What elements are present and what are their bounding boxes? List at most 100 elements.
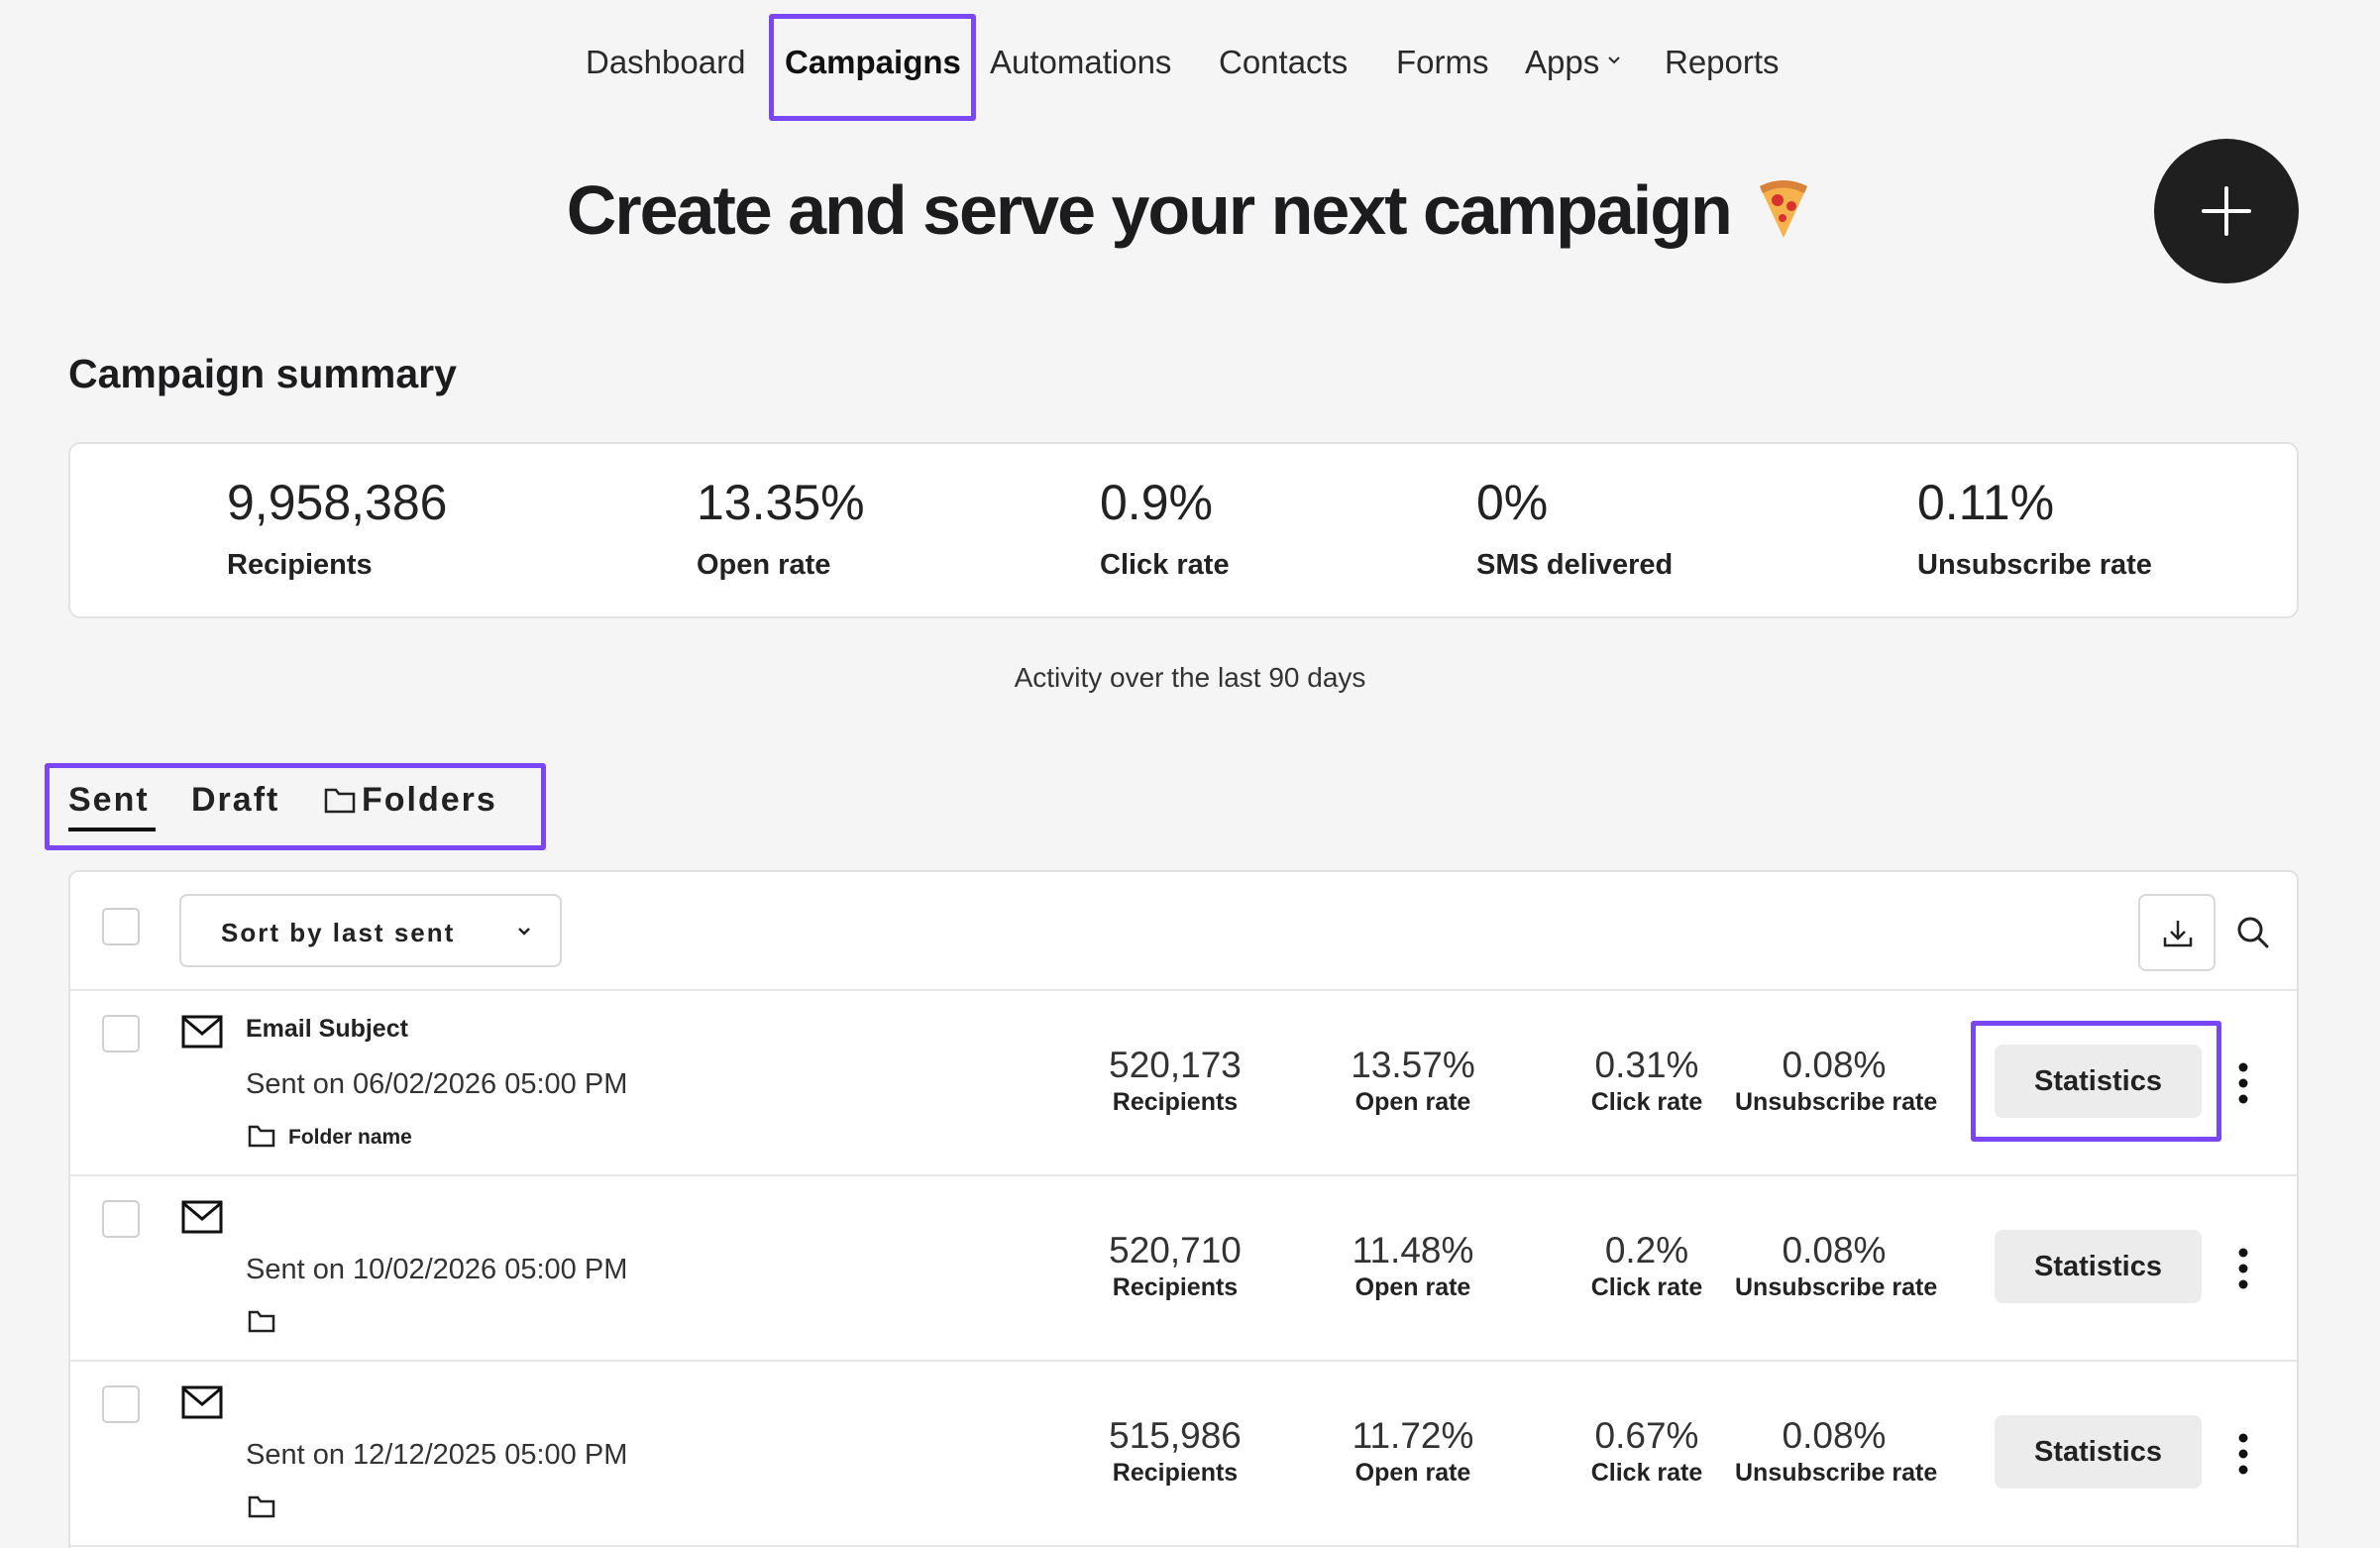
unsubscribe-rate-label: Unsubscribe rate bbox=[1735, 1088, 1938, 1116]
click-rate-metric: 0.67% Click rate bbox=[1572, 1415, 1721, 1488]
download-icon bbox=[2163, 921, 2193, 947]
summary-recipients-value: 9,958,386 bbox=[227, 475, 448, 530]
recipients-value: 520,173 bbox=[1109, 1045, 1242, 1085]
sent-date: Sent on 12/12/2025 05:00 PM bbox=[246, 1439, 628, 1471]
statistics-highlight bbox=[1971, 1021, 2221, 1142]
recipients-label: Recipients bbox=[1112, 1088, 1239, 1116]
tabs-highlight bbox=[45, 763, 546, 850]
folder-name[interactable]: Folder name bbox=[288, 1126, 412, 1150]
recipients-metric: 520,710 Recipients bbox=[1101, 1230, 1249, 1302]
summary-click-rate: 0.9% Click rate bbox=[1100, 474, 1230, 582]
sort-dropdown[interactable]: Sort by last sent bbox=[179, 894, 562, 967]
summary-unsubscribe-label: Unsubscribe rate bbox=[1917, 549, 2152, 581]
recipients-label: Recipients bbox=[1112, 1459, 1239, 1487]
open-rate-metric: 11.48% Open rate bbox=[1339, 1230, 1487, 1302]
open-rate-metric: 13.57% Open rate bbox=[1339, 1045, 1487, 1117]
summary-click-rate-label: Click rate bbox=[1100, 549, 1230, 581]
summary-unsubscribe-rate: 0.11% Unsubscribe rate bbox=[1917, 474, 2152, 582]
summary-sms-label: SMS delivered bbox=[1476, 549, 1674, 581]
unsubscribe-rate-value: 0.08% bbox=[1782, 1230, 1887, 1271]
folder-icon bbox=[248, 1310, 275, 1333]
recipients-label: Recipients bbox=[1112, 1273, 1239, 1301]
envelope-icon bbox=[181, 1200, 223, 1234]
nav-forms[interactable]: Forms bbox=[1396, 44, 1489, 81]
more-options-icon[interactable] bbox=[2236, 1433, 2250, 1475]
row-checkbox[interactable] bbox=[102, 1200, 140, 1238]
summary-sms-delivered: 0% SMS delivered bbox=[1476, 474, 1673, 582]
click-rate-metric: 0.2% Click rate bbox=[1572, 1230, 1721, 1302]
envelope-icon bbox=[181, 1385, 223, 1419]
statistics-button[interactable]: Statistics bbox=[1995, 1230, 2202, 1303]
unsubscribe-rate-label: Unsubscribe rate bbox=[1735, 1273, 1938, 1301]
folder-icon bbox=[248, 1125, 275, 1148]
top-nav: Dashboard Campaigns Automations Contacts… bbox=[0, 0, 2380, 133]
nav-apps-label: Apps bbox=[1525, 44, 1600, 80]
page-title: Create and serve your next campaign bbox=[566, 171, 1733, 249]
campaign-row: Email Subject Sent on 06/02/2026 05:00 P… bbox=[70, 991, 2297, 1176]
unsubscribe-rate-label: Unsubscribe rate bbox=[1735, 1459, 1938, 1487]
summary-unsubscribe-value: 0.11% bbox=[1917, 475, 2055, 530]
recipients-metric: 515,986 Recipients bbox=[1101, 1415, 1249, 1488]
nav-dashboard[interactable]: Dashboard bbox=[586, 44, 745, 81]
summary-click-rate-value: 0.9% bbox=[1100, 475, 1213, 530]
click-rate-metric: 0.31% Click rate bbox=[1572, 1045, 1721, 1117]
row-checkbox[interactable] bbox=[102, 1015, 140, 1052]
row-checkbox[interactable] bbox=[102, 1385, 140, 1423]
sort-label: Sort by last sent bbox=[221, 918, 456, 947]
open-rate-metric: 11.72% Open rate bbox=[1339, 1415, 1487, 1488]
open-rate-value: 11.72% bbox=[1352, 1415, 1474, 1456]
folder-icon bbox=[248, 1495, 275, 1518]
more-options-icon[interactable] bbox=[2236, 1062, 2250, 1104]
table-toolbar: Sort by last sent bbox=[70, 872, 2297, 991]
click-rate-label: Click rate bbox=[1590, 1273, 1703, 1301]
unsubscribe-rate-value: 0.08% bbox=[1782, 1415, 1887, 1456]
nav-contacts[interactable]: Contacts bbox=[1219, 44, 1348, 81]
more-options-icon[interactable] bbox=[2236, 1248, 2250, 1289]
page-hero: Create and serve your next campaign bbox=[0, 170, 2380, 250]
statistics-button[interactable]: Statistics bbox=[1995, 1415, 2202, 1489]
click-rate-value: 0.31% bbox=[1594, 1045, 1699, 1085]
nav-reports[interactable]: Reports bbox=[1665, 44, 1780, 81]
open-rate-value: 11.48% bbox=[1352, 1230, 1474, 1271]
sent-date: Sent on 06/02/2026 05:00 PM bbox=[246, 1068, 628, 1100]
recipients-metric: 520,173 Recipients bbox=[1101, 1045, 1249, 1117]
nav-apps[interactable]: Apps bbox=[1525, 44, 1621, 81]
campaign-row: Sent on 10/02/2026 05:00 PM 520,710 Reci… bbox=[70, 1176, 2297, 1362]
click-rate-label: Click rate bbox=[1590, 1088, 1703, 1116]
activity-note: Activity over the last 90 days bbox=[1014, 662, 1366, 693]
download-button[interactable] bbox=[2138, 894, 2216, 971]
campaign-summary-card: 9,958,386 Recipients 13.35% Open rate 0.… bbox=[68, 442, 2299, 618]
summary-open-rate-label: Open rate bbox=[697, 549, 831, 581]
envelope-icon bbox=[181, 1015, 223, 1049]
campaigns-page: Dashboard Campaigns Automations Contacts… bbox=[0, 0, 2380, 1548]
summary-open-rate-value: 13.35% bbox=[697, 475, 865, 530]
nav-automations[interactable]: Automations bbox=[990, 44, 1171, 81]
recipients-value: 520,710 bbox=[1109, 1230, 1242, 1271]
campaigns-nav-highlight bbox=[769, 14, 976, 121]
open-rate-label: Open rate bbox=[1354, 1273, 1471, 1301]
recipients-value: 515,986 bbox=[1109, 1415, 1242, 1456]
summary-recipients-label: Recipients bbox=[227, 549, 373, 581]
click-rate-value: 0.2% bbox=[1604, 1230, 1689, 1271]
campaign-summary-title: Campaign summary bbox=[68, 351, 457, 396]
unsubscribe-rate-metric: 0.08% Unsubscribe rate bbox=[1735, 1045, 1938, 1117]
open-rate-value: 13.57% bbox=[1351, 1045, 1475, 1085]
create-campaign-button[interactable] bbox=[2154, 139, 2299, 283]
chevron-down-icon bbox=[518, 928, 530, 936]
unsubscribe-rate-metric: 0.08% Unsubscribe rate bbox=[1735, 1415, 1938, 1488]
open-rate-label: Open rate bbox=[1354, 1088, 1471, 1116]
plus-icon bbox=[2202, 186, 2251, 236]
chevron-down-icon bbox=[1608, 56, 1620, 64]
search-icon[interactable] bbox=[2236, 916, 2270, 949]
select-all-checkbox[interactable] bbox=[102, 908, 140, 945]
pizza-icon bbox=[1760, 180, 1808, 238]
campaigns-table: Sort by last sent Email Subject Sent on … bbox=[68, 870, 2299, 1548]
click-rate-value: 0.67% bbox=[1594, 1415, 1699, 1456]
summary-recipients: 9,958,386 Recipients bbox=[227, 474, 447, 582]
open-rate-label: Open rate bbox=[1354, 1459, 1471, 1487]
unsubscribe-rate-value: 0.08% bbox=[1782, 1045, 1887, 1085]
unsubscribe-rate-metric: 0.08% Unsubscribe rate bbox=[1735, 1230, 1938, 1302]
sent-date: Sent on 10/02/2026 05:00 PM bbox=[246, 1254, 628, 1285]
campaign-row: Sent on 12/12/2025 05:00 PM 515,986 Reci… bbox=[70, 1362, 2297, 1547]
campaign-subject[interactable]: Email Subject bbox=[246, 1015, 408, 1044]
